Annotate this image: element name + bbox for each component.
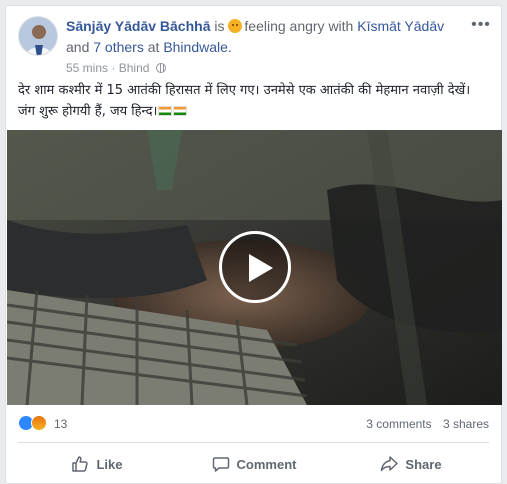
india-flag-icon xyxy=(158,106,173,116)
feeling-text: feeling angry with xyxy=(244,18,354,34)
more-options-icon[interactable]: ••• xyxy=(469,17,493,36)
tagged-person-link[interactable]: Kīsmāt Yādāv xyxy=(357,18,444,34)
place-link[interactable]: Bhindwale. xyxy=(163,39,232,55)
and-text: and xyxy=(66,39,90,55)
post-card: Sānjāy Yādāv Bāchhā is feeling angry wit… xyxy=(5,5,502,484)
angry-face-icon xyxy=(228,19,243,33)
india-flag-icon xyxy=(173,106,188,116)
angry-reaction-icon xyxy=(31,415,47,431)
play-button[interactable] xyxy=(219,231,291,303)
post-meta: 55 mins · Bhind xyxy=(66,60,461,76)
share-label: Share xyxy=(405,456,442,472)
reaction-count: 13 xyxy=(54,417,68,431)
comment-label: Comment xyxy=(236,456,297,472)
comments-count-link[interactable]: 3 comments xyxy=(366,417,431,431)
actions-divider xyxy=(18,442,489,443)
share-icon xyxy=(381,456,399,472)
post-header: Sānjāy Yādāv Bāchhā is feeling angry wit… xyxy=(18,16,490,75)
others-link[interactable]: 7 others xyxy=(93,39,144,55)
post-body: देर शाम कश्मीर में 15 आतंकी हिरासत में ल… xyxy=(18,83,471,119)
shares-count-link[interactable]: 3 shares xyxy=(443,417,489,431)
at-text: at xyxy=(147,39,160,55)
comment-button[interactable]: Comment xyxy=(175,448,332,480)
author-name-link[interactable]: Sānjāy Yādāv Bāchhā xyxy=(66,18,210,34)
post-location[interactable]: Bhind xyxy=(119,61,150,75)
is-text: is xyxy=(214,18,225,34)
engagement-counts: 3 comments 3 shares xyxy=(358,417,489,431)
like-label: Like xyxy=(96,456,123,472)
post-actions: Like Comment Share xyxy=(18,448,489,480)
like-button[interactable]: Like xyxy=(18,448,175,480)
author-avatar[interactable] xyxy=(18,16,58,56)
post-header-text: Sānjāy Yādāv Bāchhā is feeling angry wit… xyxy=(66,16,461,76)
video-player[interactable] xyxy=(7,130,502,405)
thumbs-up-icon xyxy=(72,456,89,472)
share-button[interactable]: Share xyxy=(332,448,489,480)
post-text: देर शाम कश्मीर में 15 आतंकी हिरासत में ल… xyxy=(18,80,487,122)
post-time[interactable]: 55 mins xyxy=(66,61,108,75)
comment-icon xyxy=(212,457,229,472)
meta-separator: · xyxy=(111,61,116,75)
globe-icon xyxy=(155,63,166,73)
post-stats: 13 3 comments 3 shares xyxy=(18,412,489,434)
